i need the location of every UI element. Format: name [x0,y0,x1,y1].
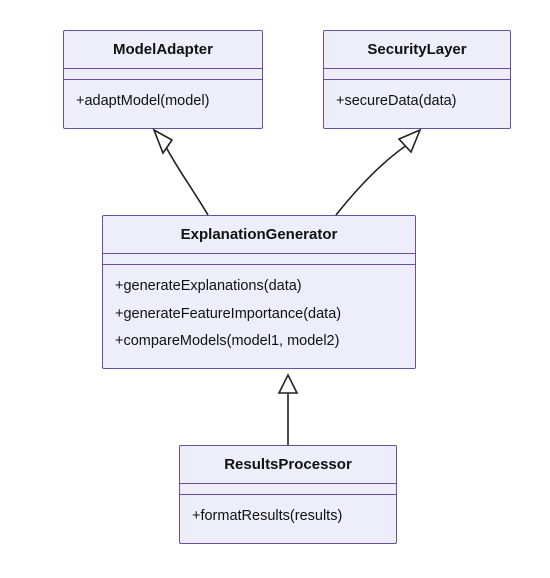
edge-expgen-securitylayer [336,145,407,215]
arrowhead-hollow [279,375,297,393]
method: +formatResults(results) [192,503,384,531]
class-securitylayer: SecurityLayer +secureData(data) [323,30,511,129]
uml-class-diagram: ModelAdapter +adaptModel(model) Security… [0,0,550,578]
class-name: ResultsProcessor [180,446,396,484]
edge-expgen-modeladapter [165,145,208,215]
method: +compareModels(model1, model2) [115,328,403,356]
class-attr-slot [324,69,510,80]
class-explanationgenerator: ExplanationGenerator +generateExplanatio… [102,215,416,369]
class-name: ExplanationGenerator [103,216,415,254]
class-name: ModelAdapter [64,31,262,69]
method: +secureData(data) [336,88,498,116]
class-methods: +formatResults(results) [180,495,396,543]
class-methods: +secureData(data) [324,80,510,128]
class-name: SecurityLayer [324,31,510,69]
arrowhead-hollow [399,130,420,152]
method: +generateFeatureImportance(data) [115,301,403,329]
class-modeladapter: ModelAdapter +adaptModel(model) [63,30,263,129]
arrowhead-hollow [154,130,172,153]
class-attr-slot [103,254,415,265]
class-methods: +adaptModel(model) [64,80,262,128]
class-methods: +generateExplanations(data) +generateFea… [103,265,415,368]
method: +adaptModel(model) [76,88,250,116]
method: +generateExplanations(data) [115,273,403,301]
class-attr-slot [180,484,396,495]
class-attr-slot [64,69,262,80]
class-resultsprocessor: ResultsProcessor +formatResults(results) [179,445,397,544]
